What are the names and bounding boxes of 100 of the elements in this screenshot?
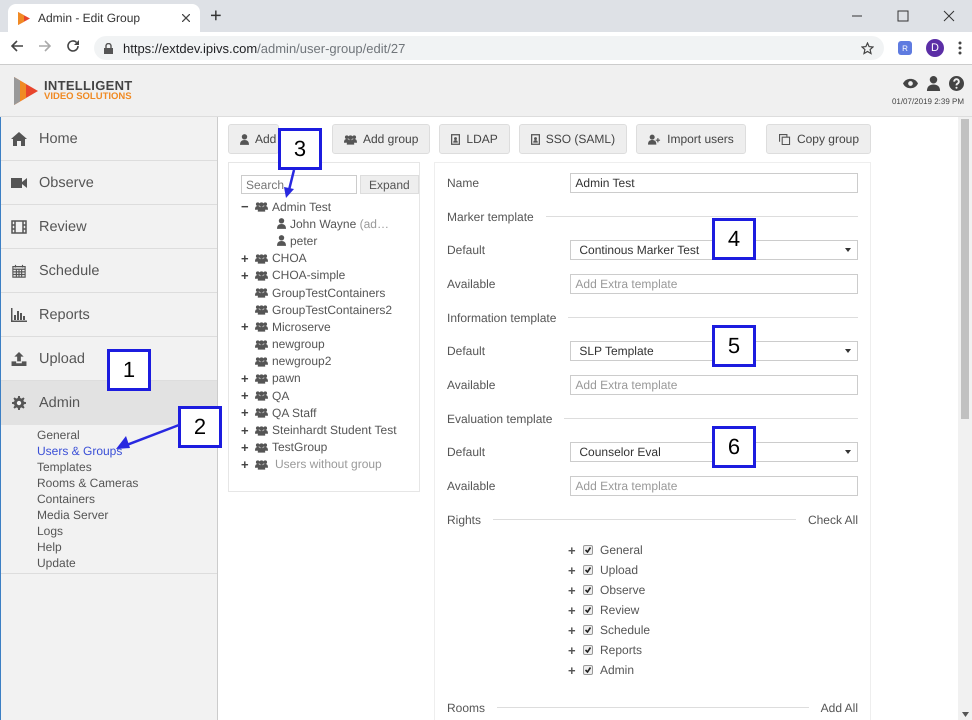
submenu-link[interactable]: Users & Groups bbox=[37, 443, 122, 459]
field-label: Name bbox=[447, 176, 480, 190]
checkbox[interactable] bbox=[583, 665, 593, 675]
tree-toggle[interactable]: − bbox=[241, 199, 251, 214]
reload-icon[interactable] bbox=[66, 38, 80, 52]
submenu-link[interactable]: General bbox=[37, 427, 80, 443]
profile-avatar[interactable]: D bbox=[926, 39, 944, 57]
checkbox[interactable] bbox=[583, 645, 593, 655]
expand-toggle[interactable]: + bbox=[568, 582, 576, 598]
sidebar-item[interactable]: Observe bbox=[1, 161, 217, 205]
menu-icon[interactable] bbox=[958, 41, 962, 55]
toolbar-button[interactable]: Add group bbox=[332, 124, 430, 154]
callout-number: 6 bbox=[712, 426, 756, 468]
group-name[interactable]: GroupTestContainers2 bbox=[272, 302, 392, 317]
group-name[interactable]: TestGroup bbox=[272, 440, 328, 454]
right-label: Reports bbox=[600, 643, 642, 657]
extension-button[interactable]: R bbox=[898, 41, 912, 55]
address-bar[interactable]: https://extdev.ipivs.com/admin/user-group/edit/27 bbox=[94, 36, 884, 60]
tree-toggle[interactable]: + bbox=[241, 422, 251, 438]
submenu-link[interactable]: Update bbox=[37, 555, 76, 571]
checkbox[interactable] bbox=[583, 585, 593, 595]
group-name[interactable]: QA Staff bbox=[272, 406, 316, 420]
group-name[interactable]: CHOA-simple bbox=[272, 268, 346, 282]
user-icon bbox=[240, 134, 249, 144]
group-name[interactable]: Microserve bbox=[272, 320, 331, 334]
toolbar-button[interactable]: Add bbox=[228, 124, 279, 154]
user-name[interactable]: peter bbox=[290, 234, 318, 248]
tree-toggle[interactable]: + bbox=[241, 250, 251, 266]
group-name[interactable]: Admin Test bbox=[272, 200, 332, 214]
checkbox[interactable] bbox=[583, 625, 593, 635]
sidebar-item[interactable]: Schedule bbox=[1, 249, 217, 293]
group-name[interactable]: pawn bbox=[272, 371, 301, 386]
submenu-link[interactable]: Rooms & Cameras bbox=[37, 475, 138, 491]
close-icon[interactable] bbox=[182, 14, 190, 22]
new-tab-button[interactable]: + bbox=[210, 5, 222, 28]
star-icon[interactable] bbox=[861, 42, 874, 54]
user-name[interactable]: John Wayne (ad… bbox=[290, 216, 389, 231]
expand-toggle[interactable]: + bbox=[568, 542, 576, 558]
template-field[interactable]: Add Extra template bbox=[570, 274, 858, 294]
submenu-link[interactable]: Templates bbox=[37, 459, 92, 475]
expand-toggle[interactable]: + bbox=[568, 622, 576, 638]
toolbar-button[interactable]: SSO (SAML) bbox=[518, 124, 628, 154]
expand-toggle[interactable]: + bbox=[568, 662, 576, 678]
help-icon[interactable] bbox=[949, 76, 964, 90]
url-text: https://extdev.ipivs.com/admin/user-group/edit/27 bbox=[123, 40, 406, 56]
submenu-link[interactable]: Logs bbox=[37, 523, 64, 539]
browser-tab[interactable]: Admin - Edit Group bbox=[8, 4, 200, 32]
scrollbar[interactable] bbox=[958, 117, 972, 720]
expand-toggle[interactable]: + bbox=[568, 602, 576, 618]
search-field[interactable]: Search bbox=[241, 175, 357, 194]
play-logo-icon bbox=[14, 76, 38, 104]
tree-toggle[interactable]: + bbox=[241, 388, 251, 404]
users-icon bbox=[255, 424, 268, 436]
tree-toggle[interactable]: + bbox=[241, 405, 251, 420]
users-icon bbox=[255, 270, 268, 281]
users-icon bbox=[344, 134, 357, 144]
tree-toggle[interactable]: + bbox=[241, 268, 251, 283]
field-label: Default bbox=[447, 344, 486, 358]
user-icon[interactable] bbox=[926, 76, 941, 90]
caret-icon bbox=[845, 450, 851, 454]
scroll-down-icon[interactable] bbox=[962, 712, 969, 717]
checkbox[interactable] bbox=[583, 565, 593, 575]
section-title: Rights bbox=[447, 512, 482, 526]
group-name[interactable]: CHOA bbox=[272, 251, 307, 266]
group-name[interactable]: QA bbox=[272, 388, 290, 403]
callout-number: 2 bbox=[178, 406, 222, 448]
users-icon bbox=[255, 304, 268, 316]
back-arrow-icon[interactable] bbox=[10, 38, 24, 52]
right-label: Observe bbox=[600, 583, 646, 597]
expand-toggle[interactable]: + bbox=[568, 562, 576, 578]
expand-toggle[interactable]: + bbox=[568, 642, 576, 658]
template-field[interactable]: Add Extra template bbox=[570, 375, 858, 395]
tree-toggle[interactable]: + bbox=[241, 319, 251, 334]
sidebar-item[interactable]: Review bbox=[1, 205, 217, 249]
submenu-link[interactable]: Help bbox=[37, 539, 62, 555]
submenu-link[interactable]: Media Server bbox=[37, 507, 108, 523]
group-name[interactable]: newgroup2 bbox=[272, 354, 332, 368]
submenu-link[interactable]: Containers bbox=[37, 491, 96, 507]
tree-toggle[interactable]: + bbox=[241, 440, 251, 455]
template-field[interactable]: Add Extra template bbox=[570, 476, 858, 496]
section-title: Information template bbox=[447, 310, 556, 324]
copy-group-button[interactable]: Copy group bbox=[766, 124, 871, 154]
add-all-link[interactable]: Add All bbox=[820, 700, 858, 714]
field-label: Available bbox=[447, 479, 496, 493]
right-label: Admin bbox=[600, 663, 634, 677]
checkbox[interactable] bbox=[583, 605, 593, 615]
tree-toggle[interactable]: + bbox=[241, 456, 251, 472]
toolbar-button[interactable]: LDAP bbox=[439, 124, 510, 154]
tree-toggle[interactable]: + bbox=[241, 370, 251, 386]
sidebar-item[interactable]: Reports bbox=[1, 293, 217, 337]
check-all-link[interactable]: Check All bbox=[808, 512, 858, 526]
right-label: Schedule bbox=[600, 623, 650, 637]
group-name[interactable]: GroupTestContainers bbox=[272, 286, 386, 300]
group-name[interactable]: newgroup bbox=[272, 337, 325, 352]
toolbar-button[interactable]: Import users bbox=[636, 124, 746, 154]
expand-button[interactable]: Expand bbox=[360, 175, 419, 194]
group-name[interactable]: Steinhardt Student Test bbox=[272, 423, 397, 438]
checkbox[interactable] bbox=[583, 545, 593, 555]
name-field[interactable]: Admin Test bbox=[570, 173, 858, 193]
sidebar-item[interactable]: Home bbox=[1, 117, 217, 161]
